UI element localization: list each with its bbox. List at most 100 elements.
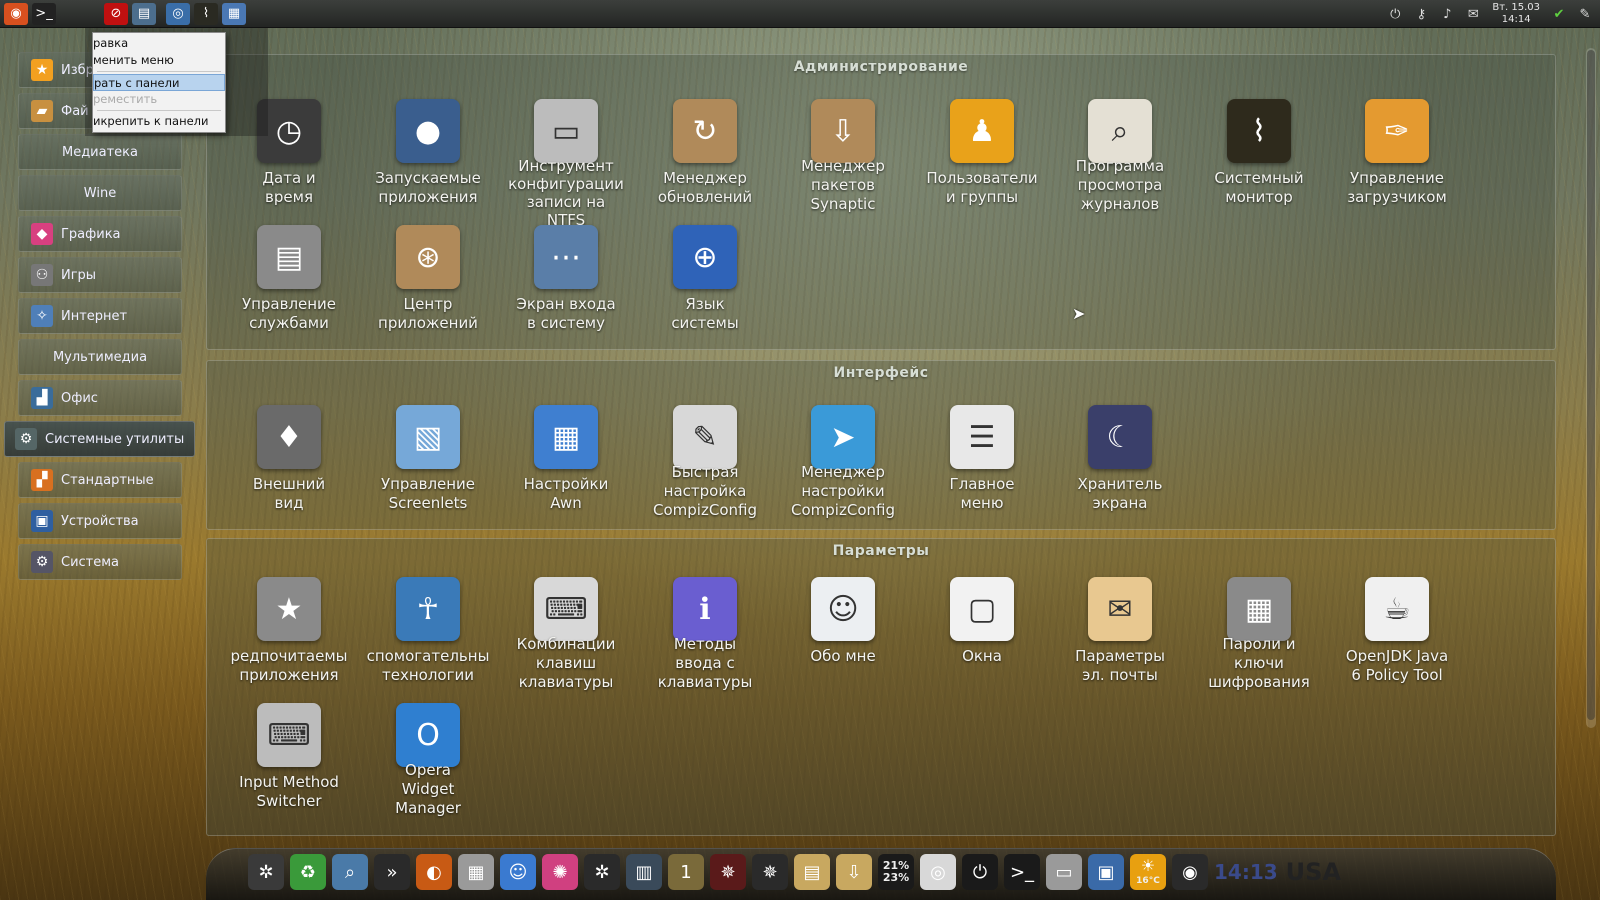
sidebar-item[interactable]: ⚇ Игры (18, 257, 182, 293)
sidebar-item[interactable]: ▣ Устройства (18, 503, 182, 539)
sun-glyph: ☀ (1140, 856, 1156, 875)
key-icon[interactable]: ⚷ (1412, 7, 1430, 22)
clock[interactable]: Вт. 15.03 14:14 (1492, 2, 1540, 26)
app-launcher[interactable]: ⇩ Менеджер пакетов Synaptic (773, 99, 913, 214)
sidebar-item[interactable]: ✧ Интернет (18, 298, 182, 334)
calculator-icon[interactable]: ▦ (458, 854, 494, 890)
firefox-icon[interactable]: ◐ (416, 854, 452, 890)
app-launcher[interactable]: ✎ Быстрая настройка CompizConfig (635, 405, 775, 520)
app-launcher[interactable]: ⊕ Язык системы (635, 225, 775, 333)
window-manager-icon[interactable]: ▥ (626, 854, 662, 890)
power-icon[interactable]: ⏻ (1386, 7, 1404, 22)
terminal-arrow-icon[interactable]: » (374, 854, 410, 890)
app-label: спомогательны технологии (366, 647, 490, 684)
notes-icon[interactable]: ▤ (794, 854, 830, 890)
app-launcher[interactable]: ⌨ Комбинации клавиш клавиатуры (496, 577, 636, 692)
app-launcher[interactable]: ℹ Методы ввода с клавиатуры (635, 577, 775, 692)
cpu-usage-bottom: 23% (882, 871, 910, 884)
download-folder-icon[interactable]: ⇩ (836, 854, 872, 890)
browser-icon[interactable]: ◎ (166, 2, 190, 25)
sidebar-item[interactable]: ⚙ Системные утилиты (4, 421, 195, 457)
red-spider-icon[interactable]: ✵ (710, 854, 746, 890)
mail-icon[interactable]: ✉ (1464, 7, 1482, 22)
ubuntu-logo-icon[interactable]: ◉ (4, 2, 28, 25)
app-launcher[interactable]: ☰ Главное меню (912, 405, 1052, 513)
app-launcher[interactable]: ⌕ Программа просмотра журналов (1050, 99, 1190, 214)
app-launcher[interactable]: ✉ Параметры эл. почты (1050, 577, 1190, 685)
app-launcher[interactable]: ⋯ Экран входа в систему (496, 225, 636, 333)
context-menu-item[interactable]: менить меню (93, 52, 225, 69)
weather-temperature: 16°C (1136, 876, 1160, 886)
package-box-icon[interactable]: ▣ (1088, 854, 1124, 890)
cpu-meter-icon[interactable]: 21% 23% (878, 854, 914, 890)
dark-spider-icon[interactable]: ✵ (752, 854, 788, 890)
app-label: Менеджер обновлений (657, 169, 753, 206)
app-launcher[interactable]: ▭ Инструмент конфигурации записи на NTFS (496, 99, 636, 229)
app-launcher[interactable]: ▢ Окна (912, 577, 1052, 666)
app-label: Пользователи и группы (926, 169, 1038, 206)
sidebar-item[interactable]: ◆ Графика (18, 216, 182, 252)
printer-icon[interactable]: ▭ (1046, 854, 1082, 890)
sidebar-item[interactable]: Мультимедиа (18, 339, 182, 375)
app-launcher[interactable]: ↻ Менеджер обновлений (635, 99, 775, 207)
user-silhouette-icon: ● (396, 99, 460, 163)
speaker-icon[interactable]: ◉ (1172, 854, 1208, 890)
app-launcher[interactable]: ☺ Обо мне (773, 577, 913, 666)
app-launcher[interactable]: ⊛ Центр приложений (358, 225, 498, 333)
context-menu-item[interactable]: равка (93, 35, 225, 52)
app-launcher[interactable]: ▤ Управление службами (219, 225, 359, 333)
system-icon: ⚙ (31, 551, 53, 573)
app-launcher[interactable]: ♟ Пользователи и группы (912, 99, 1052, 207)
volume-icon[interactable]: ♪ (1438, 7, 1456, 22)
color-wheel-icon[interactable]: ✺ (542, 854, 578, 890)
clock-date: Вт. 15.03 (1492, 2, 1540, 13)
update-shield-icon[interactable]: ✔ (1550, 7, 1568, 22)
app-launcher[interactable]: ⌇ Системный монитор (1189, 99, 1329, 207)
context-menu-item[interactable]: икрепить к панели (93, 113, 225, 130)
power-button-icon[interactable]: ⏻ (962, 854, 998, 890)
services-computer-icon: ▤ (257, 225, 321, 289)
app-launcher[interactable]: ▦ Пароли и ключи шифрования (1189, 577, 1329, 692)
app-launcher[interactable]: ▧ Управление Screenlets (358, 405, 498, 513)
sidebar-item[interactable]: ▟ Офис (18, 380, 182, 416)
system-monitor-icon[interactable]: ⌇ (194, 2, 218, 25)
app-launcher[interactable]: ▦ Настройки Awn (496, 405, 636, 513)
app-launcher[interactable]: ☕ OpenJDK Java 6 Policy Tool (1327, 577, 1467, 685)
app-launcher[interactable]: ✑ Управление загрузчиком (1327, 99, 1467, 207)
terminal-icon[interactable]: >_ (32, 2, 56, 25)
app-launcher[interactable]: ☾ Хранитель экрана (1050, 405, 1190, 513)
sidebar-item-label: Графика (61, 226, 121, 242)
search-magnifier-icon[interactable]: ⌕ (332, 854, 368, 890)
sidebar-item[interactable]: Wine (18, 175, 182, 211)
sidebar-item-label: Стандартные (61, 472, 154, 488)
app-launcher[interactable]: ★ редпочитаемы приложения (219, 577, 359, 685)
context-menu-item[interactable]: рать с панели (93, 74, 225, 91)
app-launcher[interactable]: ➤ Менеджер настройки CompizConfig (773, 405, 913, 520)
app-label: Управление Screenlets (380, 475, 476, 512)
app-launcher[interactable]: ⌨ Input Method Switcher (219, 703, 359, 811)
workspace-switcher-icon[interactable]: 1 (668, 854, 704, 890)
finder-face-icon[interactable]: ☺ (500, 854, 536, 890)
app-launcher[interactable]: ● Запускаемые приложения (358, 99, 498, 207)
sidebar-item[interactable]: Медиатека (18, 134, 182, 170)
console-icon[interactable]: >_ (1004, 854, 1040, 890)
cd-disc-icon[interactable]: ◎ (920, 854, 956, 890)
weather-sun-icon[interactable]: ☀ 16°C (1130, 854, 1166, 890)
menu-applet-icon[interactable]: ▤ (132, 2, 156, 25)
settings-gear-icon[interactable]: ✲ (248, 854, 284, 890)
edit-icon[interactable]: ✎ (1576, 7, 1594, 22)
desktop-icon[interactable]: ▦ (222, 2, 246, 25)
recycle-icon[interactable]: ♻ (290, 854, 326, 890)
scrollbar-thumb[interactable] (1587, 50, 1595, 720)
app-launcher[interactable]: ☥ спомогательны технологии (358, 577, 498, 685)
section-parameters: Параметры ★ редпочитаемы приложения ☥ спомо… (206, 538, 1556, 836)
app-label: Менеджер настройки CompizConfig (791, 463, 895, 519)
stop-icon[interactable]: ⊘ (104, 2, 128, 25)
aperture-icon[interactable]: ✲ (584, 854, 620, 890)
app-launcher[interactable]: O Opera Widget Manager (358, 703, 498, 818)
appearance-suit-icon: ♦ (257, 405, 321, 469)
scrollbar[interactable] (1586, 48, 1596, 728)
sidebar-item[interactable]: ⚙ Система (18, 544, 182, 580)
app-launcher[interactable]: ♦ Внешний вид (219, 405, 359, 513)
sidebar-item[interactable]: ▞ Стандартные (18, 462, 182, 498)
